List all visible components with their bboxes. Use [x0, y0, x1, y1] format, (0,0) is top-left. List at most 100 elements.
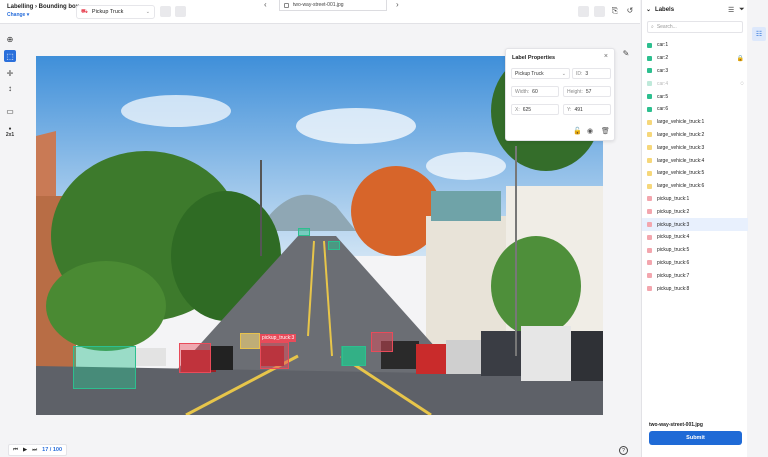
width-field[interactable]: Width: 60: [511, 86, 559, 97]
labels-header[interactable]: ⌄ Labels: [646, 6, 674, 14]
label-row[interactable]: car:6: [642, 103, 748, 116]
file-checkbox[interactable]: [284, 2, 289, 8]
filter-icon[interactable]: ⏷: [739, 6, 745, 14]
height-field[interactable]: Height: 57: [563, 86, 611, 97]
sort-icon[interactable]: ☰: [728, 6, 734, 14]
breadcrumb: Labelling › Bounding box: [7, 4, 79, 10]
zoom-level[interactable]: ● 2x1: [4, 126, 16, 138]
add-icon[interactable]: ⊕: [4, 33, 16, 45]
class-dropdown[interactable]: Pickup Truck ⌄: [511, 68, 570, 79]
car-bounding-box[interactable]: [342, 346, 366, 366]
car-bounding-box[interactable]: [328, 241, 340, 250]
label-row[interactable]: large_vehicle_truck:4: [642, 154, 748, 167]
trash-icon[interactable]: 🗑: [601, 127, 610, 135]
label-color-swatch: [647, 273, 652, 279]
label-color-swatch: [647, 94, 652, 100]
height-label: Height:: [567, 88, 583, 95]
eye-off-icon[interactable]: ◌: [740, 81, 744, 87]
label-row[interactable]: large_vehicle_truck:6: [642, 180, 748, 193]
label-name: car:2: [657, 55, 669, 62]
chevron-down-icon: ⌄: [646, 7, 652, 13]
label-row[interactable]: car:4 ◌: [642, 77, 748, 90]
height-value: 57: [585, 88, 592, 95]
label-name: large_vehicle_truck:6: [657, 183, 705, 190]
prev-image-icon[interactable]: ‹: [264, 0, 267, 9]
close-icon[interactable]: ×: [604, 53, 608, 60]
x-field[interactable]: X: 625: [511, 104, 559, 115]
labels-panel: ⌄ Labels ☰ ⏷ ⌕ Search... car:1 car:2 🔒 car:3 c…: [641, 0, 748, 457]
label-row[interactable]: pickup_truck:6: [642, 257, 748, 270]
tool-button-4[interactable]: [594, 6, 605, 17]
tool-button-2[interactable]: [175, 6, 186, 17]
pickup-bounding-box[interactable]: [179, 343, 211, 373]
label-row[interactable]: pickup_truck:8: [642, 282, 748, 295]
first-page-icon[interactable]: ⏮: [13, 447, 18, 454]
comment-icon[interactable]: ▭: [4, 105, 16, 117]
label-color-swatch: [647, 234, 652, 240]
label-name: car:1: [657, 42, 669, 49]
label-row[interactable]: car:3: [642, 65, 748, 78]
bounding-box-icon[interactable]: ⬚: [4, 50, 16, 62]
change-link[interactable]: Change ▾: [7, 12, 29, 18]
file-selector[interactable]: two-way-street-001.jpg: [279, 0, 387, 11]
label-row[interactable]: pickup_truck:2: [642, 205, 748, 218]
id-value: 3: [585, 70, 589, 77]
unlock-icon[interactable]: 🔓: [573, 127, 582, 135]
label-row[interactable]: pickup_truck:7: [642, 269, 748, 282]
next-image-icon[interactable]: ›: [396, 0, 399, 9]
last-page-icon[interactable]: ⏭: [32, 447, 37, 454]
label-color-swatch: [647, 132, 652, 138]
label-row[interactable]: large_vehicle_truck:2: [642, 129, 748, 142]
label-color-swatch: [647, 209, 652, 215]
tool-button-1[interactable]: [160, 6, 171, 17]
label-name: pickup_truck:5: [657, 247, 690, 254]
move-icon[interactable]: ✛: [4, 67, 16, 79]
label-name: large_vehicle_truck:1: [657, 119, 705, 126]
eye-icon[interactable]: ◉: [587, 127, 593, 135]
label-name: pickup_truck:3: [657, 221, 690, 228]
label-name: car:4: [657, 80, 669, 87]
label-name: car:3: [657, 67, 669, 74]
label-row[interactable]: pickup_truck:4: [642, 231, 748, 244]
export-icon[interactable]: ⎘: [610, 6, 620, 16]
y-value: 491: [574, 106, 583, 113]
class-icon: ⛟: [81, 8, 88, 15]
label-row[interactable]: pickup_truck:1: [642, 193, 748, 206]
x-label: X:: [515, 106, 520, 113]
class-select[interactable]: ⛟ Pickup Truck ⌄: [76, 5, 155, 19]
label-row[interactable]: pickup_truck:5: [642, 244, 748, 257]
id-field[interactable]: ID: 3: [572, 68, 611, 79]
list-view-icon[interactable]: ☷: [752, 27, 766, 41]
y-field[interactable]: Y: 491: [563, 104, 611, 115]
label-name: pickup_truck:7: [657, 272, 690, 279]
car-bounding-box[interactable]: [298, 228, 310, 236]
label-row[interactable]: car:5: [642, 90, 748, 103]
label-row[interactable]: pickup_truck:3: [642, 218, 748, 231]
pan-icon[interactable]: ↕: [4, 82, 16, 94]
label-properties-panel: Label Properties × Pickup Truck ⌄ ID: 3 Wi…: [505, 48, 615, 141]
selected-bounding-box[interactable]: pickup_truck:3: [260, 334, 297, 369]
label-color-swatch: [647, 81, 652, 87]
truck-bounding-box[interactable]: [240, 333, 260, 349]
pickup-bounding-box[interactable]: [371, 332, 393, 352]
label-name: pickup_truck:1: [657, 195, 690, 202]
tool-button-3[interactable]: [578, 6, 589, 17]
label-row[interactable]: large_vehicle_truck:1: [642, 116, 748, 129]
label-row[interactable]: large_vehicle_truck:3: [642, 141, 748, 154]
label-name: pickup_truck:6: [657, 259, 690, 266]
label-color-swatch: [647, 286, 652, 292]
history-icon[interactable]: ↺: [625, 6, 635, 16]
play-icon[interactable]: ▶: [23, 447, 27, 453]
label-row[interactable]: large_vehicle_truck:5: [642, 167, 748, 180]
lock-icon[interactable]: 🔒: [737, 55, 744, 62]
label-row[interactable]: car:2 🔒: [642, 52, 748, 65]
label-color-swatch: [647, 42, 652, 48]
car-bounding-box[interactable]: [73, 346, 136, 389]
label-row[interactable]: car:1: [642, 39, 748, 52]
edit-icon[interactable]: ✎: [621, 49, 631, 59]
help-icon[interactable]: ?: [619, 446, 628, 455]
search-input[interactable]: ⌕ Search...: [647, 21, 743, 33]
submit-button[interactable]: Submit: [649, 431, 742, 445]
label-name: large_vehicle_truck:5: [657, 170, 705, 177]
label-name: large_vehicle_truck:3: [657, 144, 705, 151]
